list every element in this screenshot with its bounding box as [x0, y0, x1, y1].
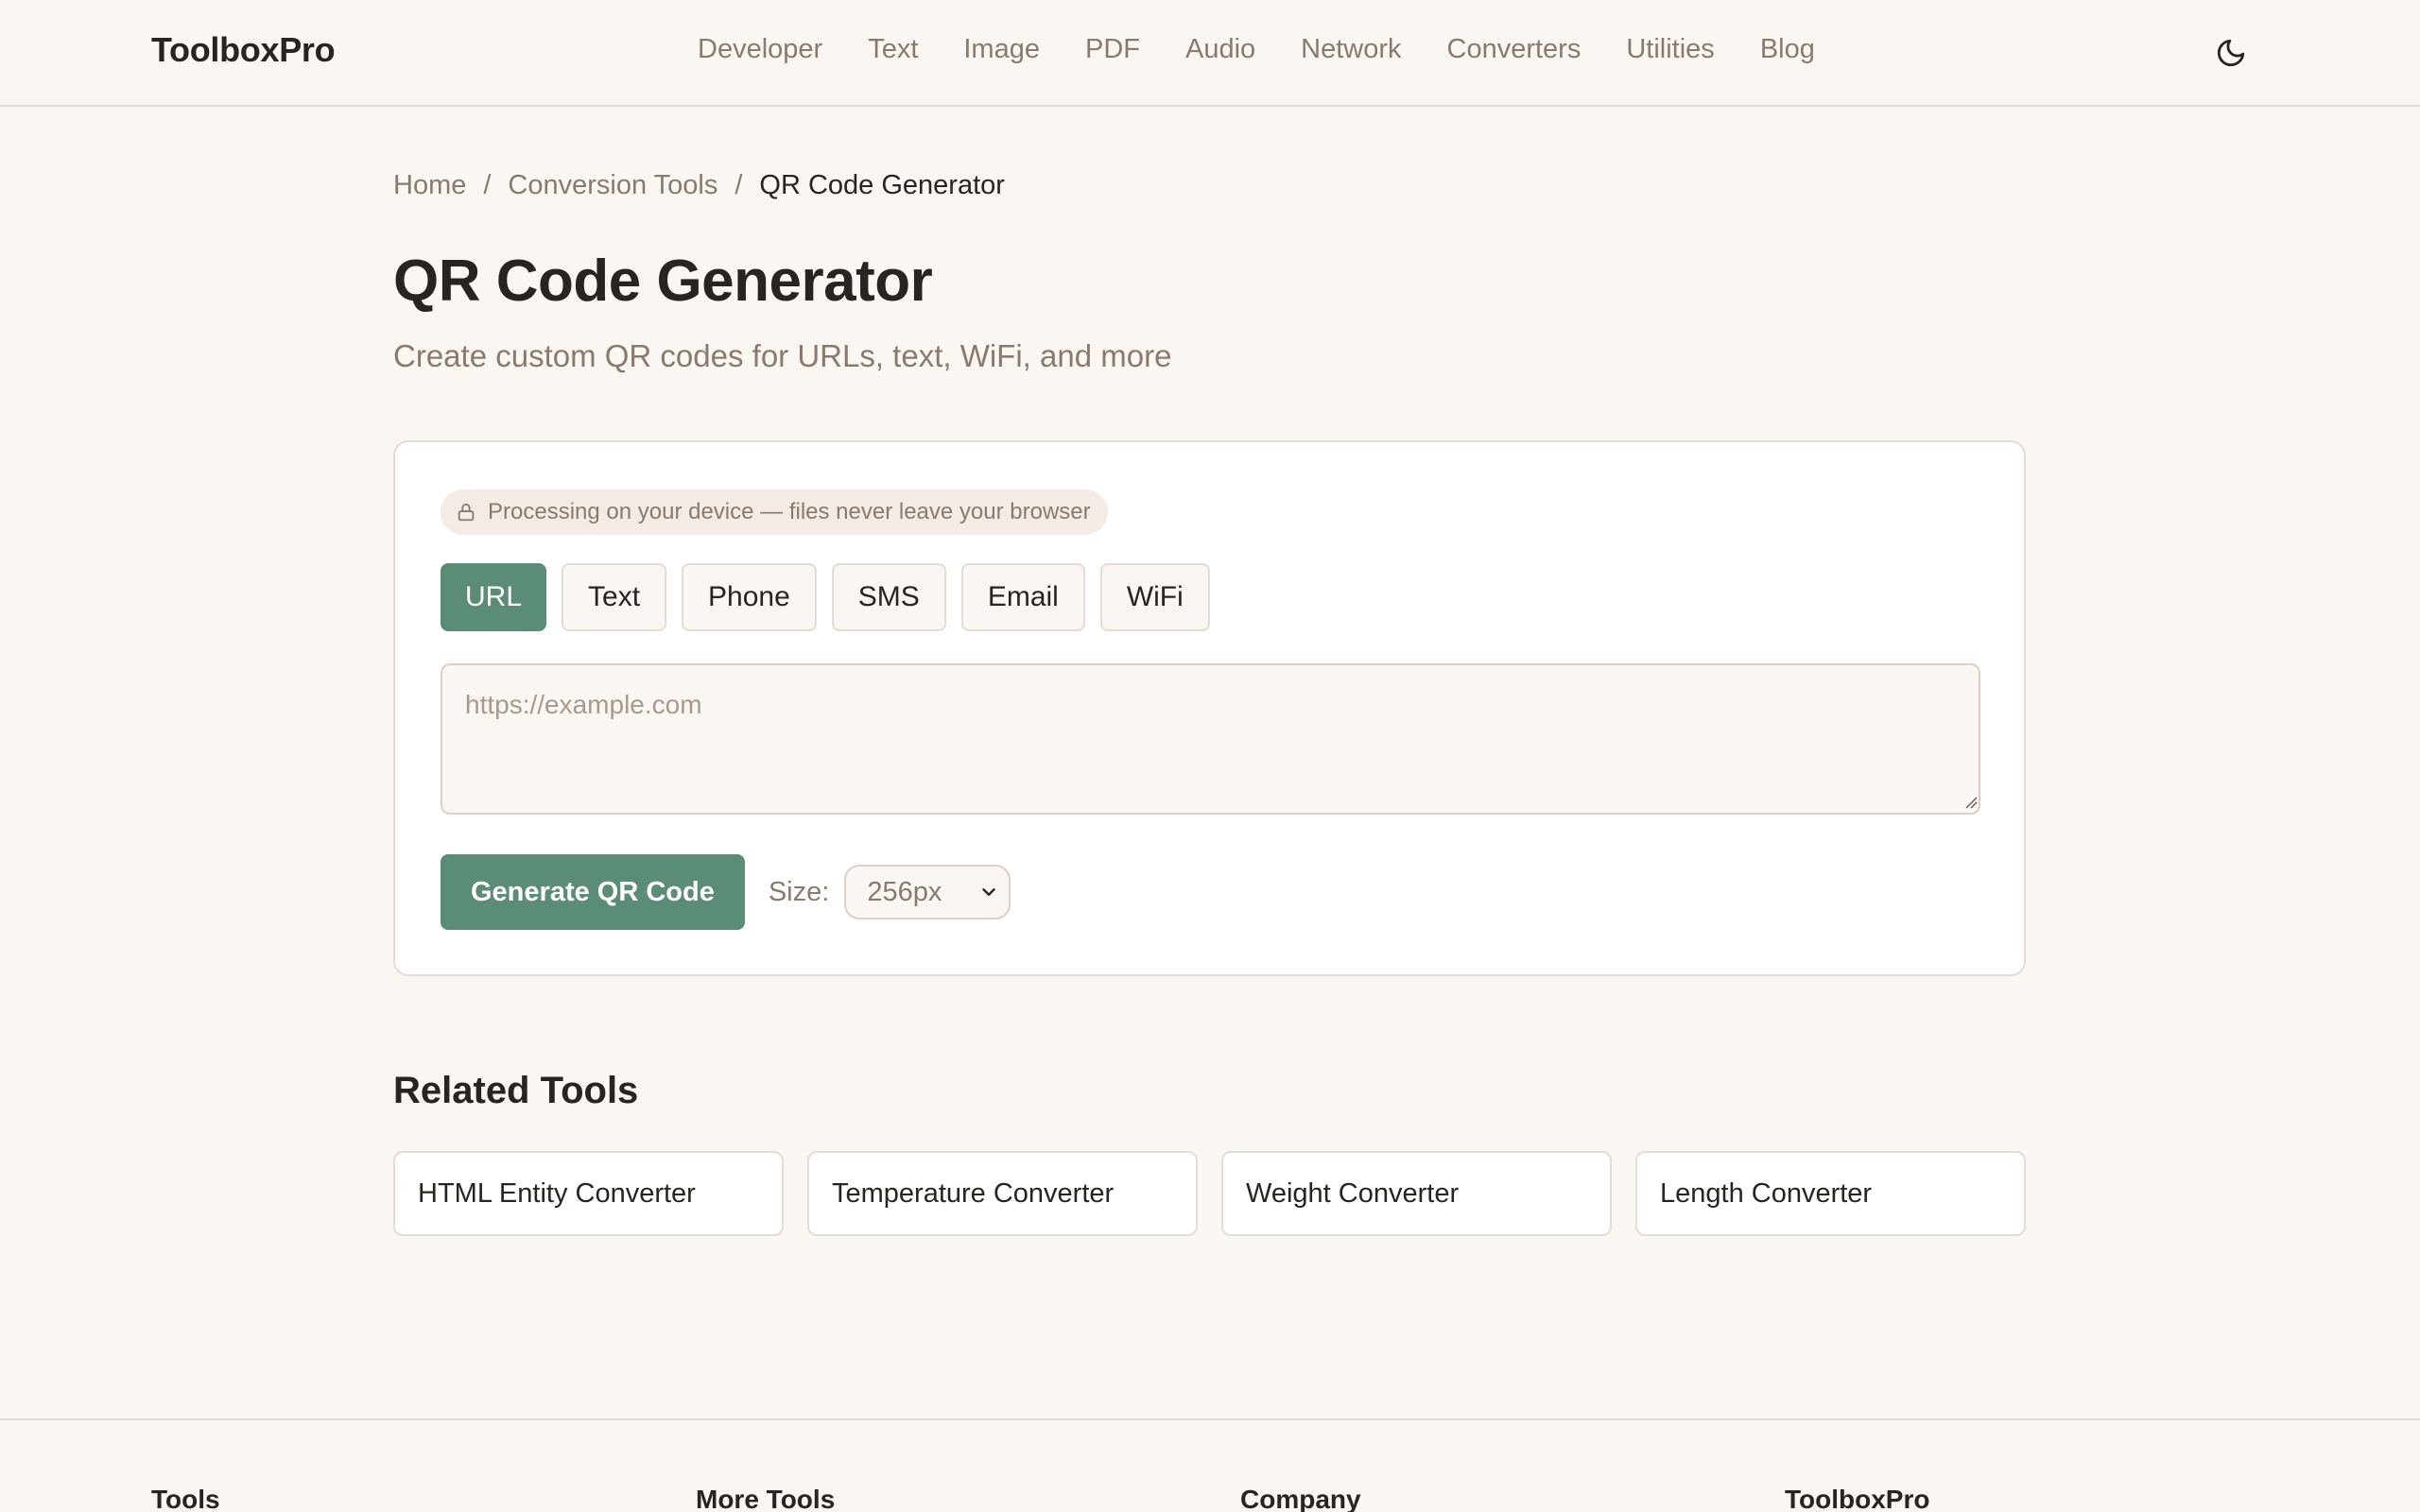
size-select-value: 256px — [867, 876, 942, 907]
related-tools-grid: HTML Entity Converter Temperature Conver… — [393, 1151, 2026, 1236]
tab-url[interactable]: URL — [441, 563, 547, 631]
related-tool-html-entity-converter[interactable]: HTML Entity Converter — [393, 1151, 784, 1236]
related-tools-heading: Related Tools — [393, 1070, 639, 1111]
tab-email[interactable]: Email — [960, 563, 1085, 631]
breadcrumb-current: QR Code Generator — [759, 170, 1005, 200]
theme-toggle-button[interactable] — [2212, 34, 2250, 72]
breadcrumb-home[interactable]: Home — [393, 170, 466, 201]
brand-logo[interactable]: ToolboxPro — [151, 30, 336, 70]
nav-text[interactable]: Text — [868, 34, 918, 65]
privacy-badge: Processing on your device — files never … — [441, 490, 1108, 535]
footer-heading-company: Company — [1240, 1485, 1361, 1512]
nav-image[interactable]: Image — [963, 34, 1040, 65]
qr-content-input[interactable] — [441, 663, 1980, 815]
privacy-badge-text: Processing on your device — files never … — [488, 499, 1091, 524]
main-nav: Developer Text Image PDF Audio Network C… — [698, 34, 1860, 65]
generate-qr-button[interactable]: Generate QR Code — [441, 854, 745, 930]
lock-icon — [456, 502, 476, 523]
related-tool-weight-converter[interactable]: Weight Converter — [1221, 1151, 1612, 1236]
breadcrumb-separator: / — [735, 170, 743, 200]
moon-icon — [2217, 39, 2245, 67]
tab-sms[interactable]: SMS — [831, 563, 946, 631]
related-tool-length-converter[interactable]: Length Converter — [1635, 1151, 2026, 1236]
page-subtitle: Create custom QR codes for URLs, text, W… — [393, 338, 1172, 373]
breadcrumb-section[interactable]: Conversion Tools — [508, 170, 717, 201]
nav-utilities[interactable]: Utilities — [1626, 34, 1714, 65]
breadcrumb: Home / Conversion Tools / QR Code Genera… — [393, 170, 1005, 201]
site-header: ToolboxPro Developer Text Image PDF Audi… — [0, 0, 2420, 107]
tab-text[interactable]: Text — [562, 563, 667, 631]
tab-wifi[interactable]: WiFi — [1099, 563, 1210, 631]
breadcrumb-separator: / — [483, 170, 492, 200]
site-footer: Tools More Tools Company ToolboxPro — [0, 1418, 2420, 1512]
tab-phone[interactable]: Phone — [682, 563, 817, 631]
nav-blog[interactable]: Blog — [1760, 34, 1815, 65]
footer-heading-more-tools: More Tools — [696, 1485, 836, 1512]
size-label: Size: — [768, 876, 830, 907]
nav-converters[interactable]: Converters — [1447, 34, 1582, 65]
size-select[interactable]: 256px — [844, 865, 1011, 919]
page-title: QR Code Generator — [393, 249, 933, 314]
nav-audio[interactable]: Audio — [1185, 34, 1255, 65]
qr-generator-card: Processing on your device — files never … — [393, 440, 2026, 976]
footer-heading-brand: ToolboxPro — [1785, 1485, 1930, 1512]
resize-handle-icon[interactable] — [1964, 796, 1978, 809]
nav-developer[interactable]: Developer — [698, 34, 822, 65]
nav-network[interactable]: Network — [1301, 34, 1401, 65]
tool-actions: Generate QR Code Size: 256px — [441, 854, 1011, 930]
footer-heading-tools: Tools — [151, 1485, 220, 1512]
nav-pdf[interactable]: PDF — [1085, 34, 1140, 65]
qr-type-tabs: URL Text Phone SMS Email WiFi — [441, 563, 1225, 631]
chevron-down-icon — [982, 888, 996, 896]
related-tool-temperature-converter[interactable]: Temperature Converter — [807, 1151, 1198, 1236]
